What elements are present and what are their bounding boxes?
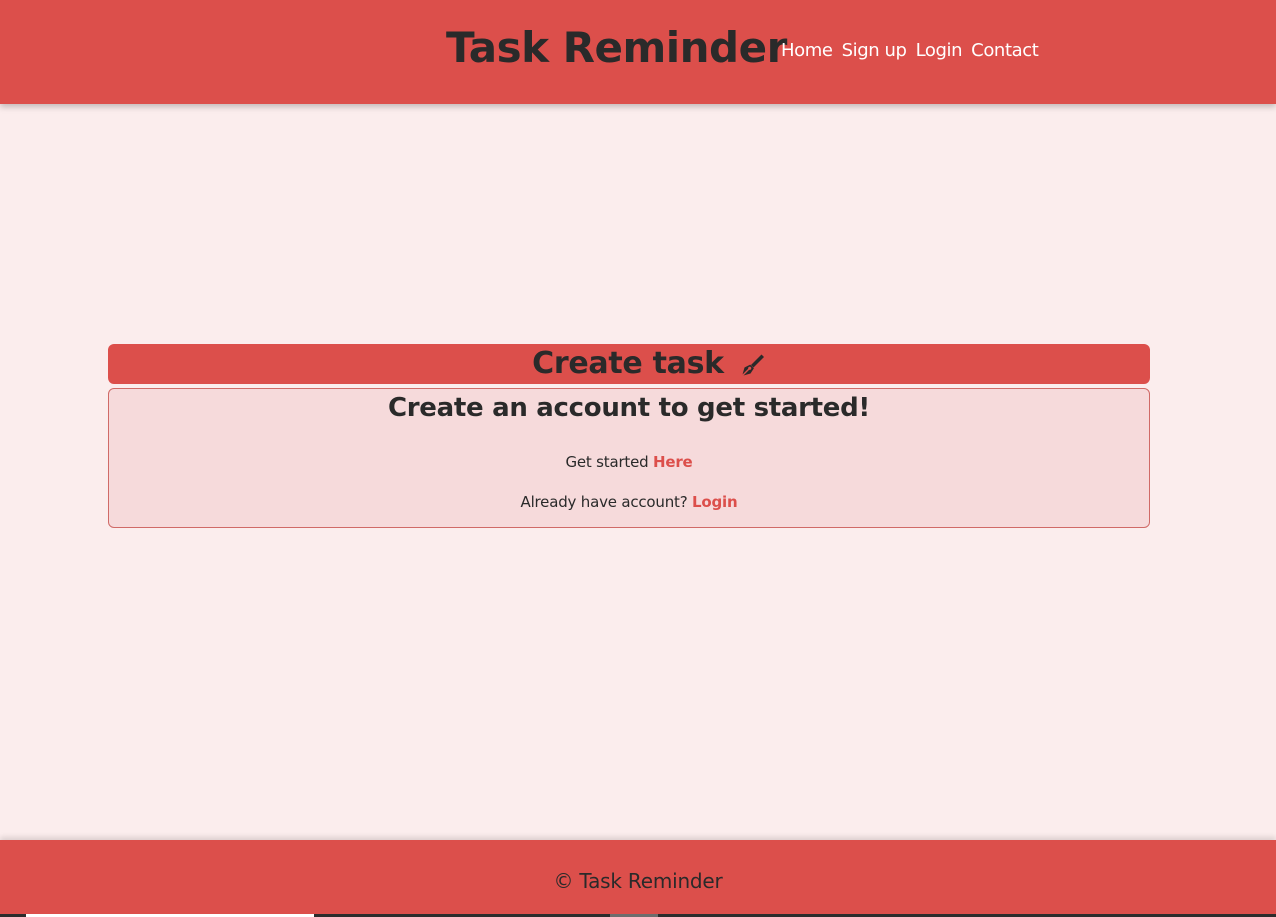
nav-signup-link[interactable]: Sign up bbox=[842, 39, 907, 63]
existing-account-line: Already have account? Login bbox=[109, 492, 1149, 512]
get-started-text: Get started bbox=[565, 453, 649, 471]
pen-icon bbox=[740, 352, 766, 378]
create-task-bar: Create task bbox=[108, 344, 1150, 384]
signup-here-link[interactable]: Here bbox=[653, 453, 693, 471]
site-footer: © Task Reminder bbox=[0, 840, 1276, 914]
nav-login-link[interactable]: Login bbox=[916, 39, 963, 63]
account-heading: Create an account to get started! bbox=[387, 393, 870, 423]
main-content: Create task Create an account to get sta… bbox=[0, 104, 1276, 840]
get-started-line: Get started Here bbox=[109, 452, 1149, 472]
nav-home-link[interactable]: Home bbox=[781, 39, 833, 63]
existing-account-text: Already have account? bbox=[520, 493, 688, 511]
site-header: Task Reminder Home Sign up Login Contact bbox=[0, 0, 1276, 104]
footer-copyright: © Task Reminder bbox=[553, 869, 723, 893]
login-link[interactable]: Login bbox=[692, 493, 738, 511]
nav-contact-link[interactable]: Contact bbox=[971, 39, 1039, 63]
site-title[interactable]: Task Reminder bbox=[446, 20, 787, 76]
account-prompt-box: Create an account to get started! Get st… bbox=[108, 388, 1150, 528]
main-nav: Home Sign up Login Contact bbox=[781, 39, 1039, 63]
create-task-title: Create task bbox=[532, 346, 724, 381]
